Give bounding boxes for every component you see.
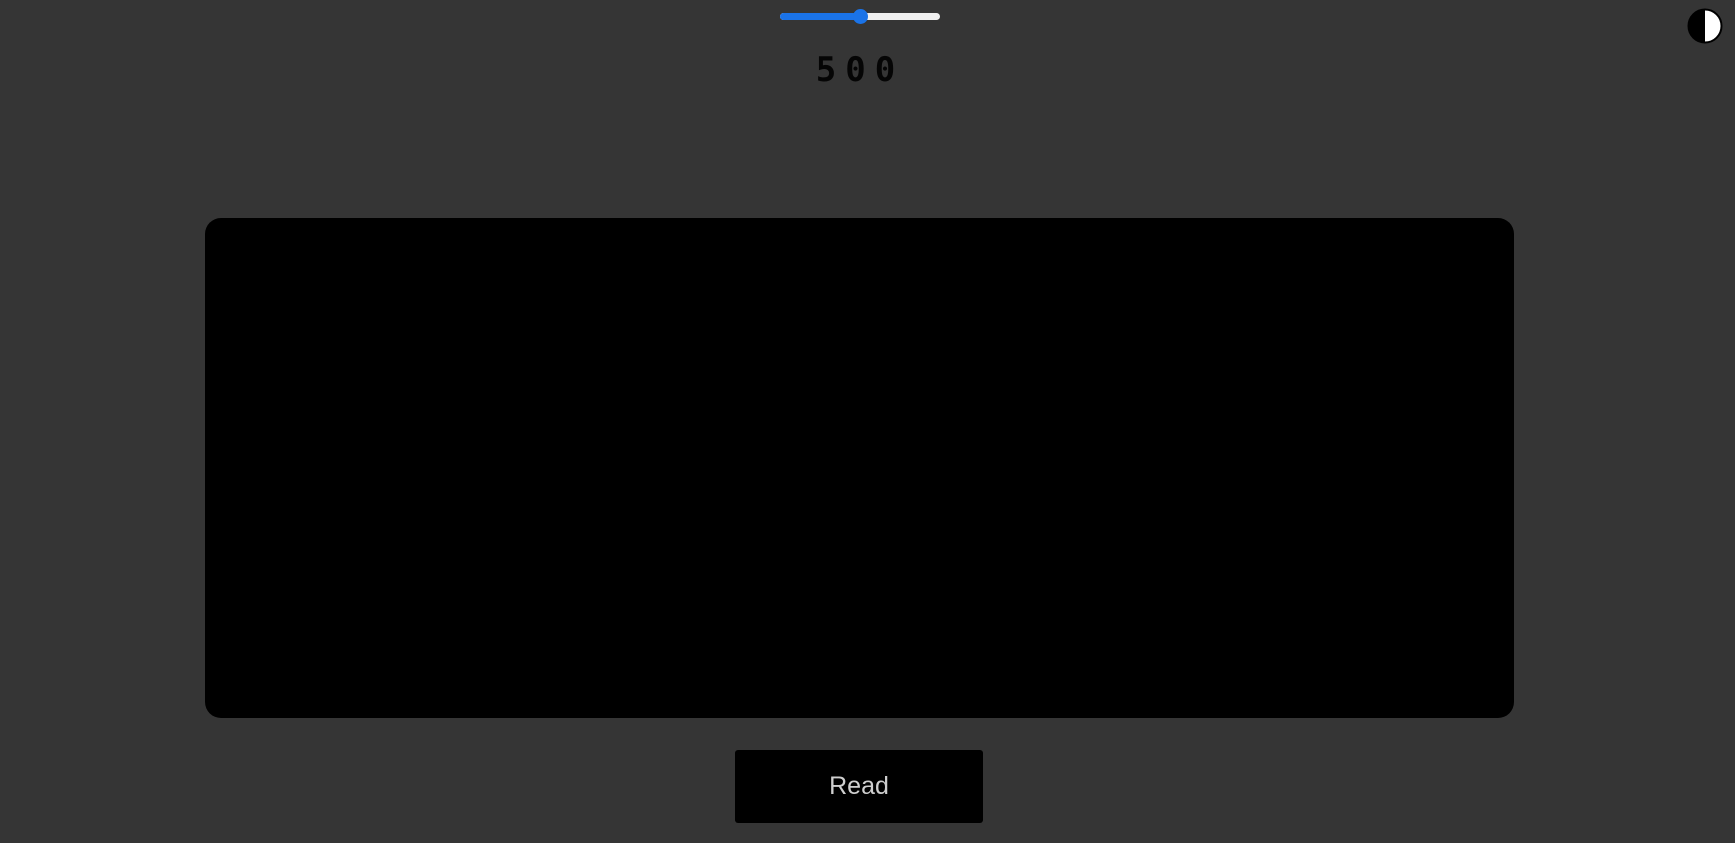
- speed-value: 500: [815, 50, 905, 90]
- speed-slider[interactable]: [780, 9, 940, 24]
- theme-toggle-button[interactable]: [1687, 8, 1723, 44]
- read-button[interactable]: Read: [735, 750, 983, 823]
- reader-display: [205, 218, 1514, 718]
- contrast-icon: [1687, 8, 1723, 44]
- speed-reader-page: 500 Read: [0, 0, 1735, 843]
- slider-thumb[interactable]: [853, 9, 868, 24]
- slider-fill: [780, 13, 860, 20]
